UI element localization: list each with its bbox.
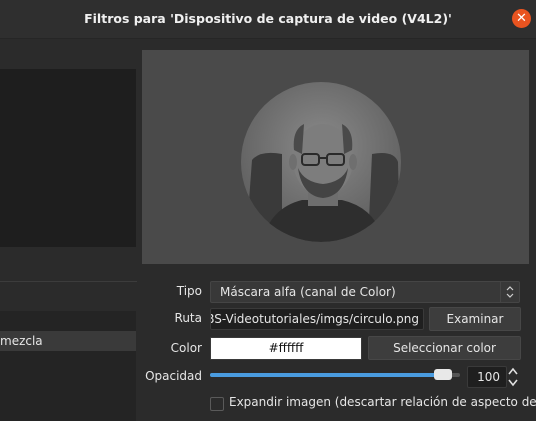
color-value: #ffffff — [268, 341, 304, 355]
filters-list-panel: mezcla — [0, 39, 137, 421]
ruta-label: Ruta — [174, 311, 202, 325]
window-title: Filtros para 'Dispositivo de captura de … — [84, 11, 452, 26]
tipo-select-value: Máscara alfa (canal de Color) — [220, 285, 396, 299]
list-item-selected[interactable]: mezcla — [0, 331, 136, 351]
effect-filters-list[interactable] — [0, 69, 136, 247]
spin-arrows-icon[interactable] — [506, 366, 520, 388]
title-bar: Filtros para 'Dispositivo de captura de … — [0, 0, 536, 39]
color-label: Color — [170, 341, 202, 355]
ruta-input-value: ABS-Videotutoriales/imgs/circulo.png — [210, 312, 419, 326]
opacity-value: 100 — [477, 370, 500, 384]
panel-divider — [0, 281, 137, 282]
opacity-label: Opacidad — [145, 369, 202, 383]
preview-image — [241, 82, 401, 242]
opacity-spinbox[interactable]: 100 — [467, 366, 507, 388]
close-button[interactable]: ✕ — [512, 9, 531, 28]
opacity-slider[interactable] — [210, 373, 460, 377]
opacity-slider-fill — [210, 373, 443, 377]
examinar-button[interactable]: Examinar — [429, 307, 521, 331]
color-swatch[interactable]: #ffffff — [210, 337, 362, 360]
filters-list-header — [0, 39, 137, 69]
audio-filters-list[interactable]: mezcla — [0, 311, 136, 421]
ruta-input[interactable]: ABS-Videotutoriales/imgs/circulo.png — [210, 308, 424, 330]
expand-image-checkbox[interactable] — [210, 397, 224, 411]
tipo-label: Tipo — [176, 284, 202, 298]
select-color-button[interactable]: Seleccionar color — [368, 336, 521, 360]
video-preview — [142, 50, 529, 264]
expand-image-label: Expandir imagen (descartar relación de a… — [229, 395, 536, 409]
updown-arrows-icon — [500, 282, 519, 302]
close-icon: ✕ — [516, 11, 527, 26]
tipo-select[interactable]: Máscara alfa (canal de Color) — [210, 281, 520, 303]
opacity-slider-handle[interactable] — [434, 369, 452, 380]
